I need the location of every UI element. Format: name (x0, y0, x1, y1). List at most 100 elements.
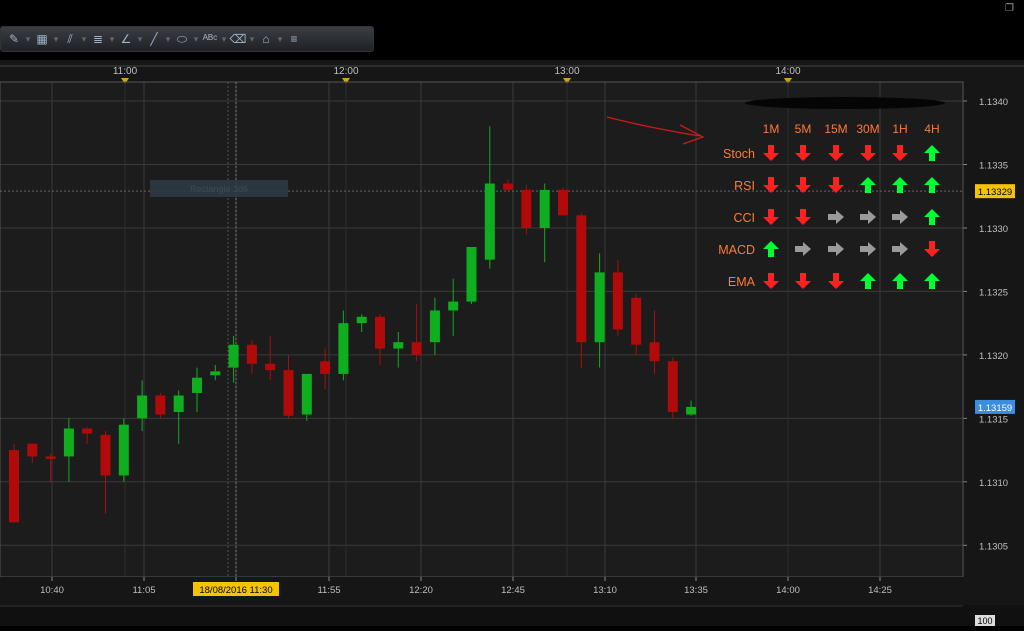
indicator-strip (0, 605, 1024, 626)
candle-body[interactable] (356, 316, 367, 324)
chart-svg[interactable]: 11:00 12:00 13:00 14:00 1.1340 1.1335 1.1330 1.… (0, 60, 1024, 626)
signal-header: 30M (856, 122, 879, 136)
candle-body[interactable] (576, 215, 587, 343)
candle-body[interactable] (82, 428, 93, 434)
candle-body[interactable] (265, 363, 276, 371)
candle-body[interactable] (503, 183, 514, 190)
dropdown-arrow-icon[interactable]: ▾ (277, 30, 283, 48)
signal-row-label: RSI (734, 179, 755, 193)
candle-body[interactable] (558, 189, 568, 216)
candle-body[interactable] (539, 189, 550, 228)
candle-body[interactable] (118, 424, 129, 476)
x-tick-label: 13:10 (593, 585, 617, 596)
redacted-title (745, 97, 945, 109)
dropdown-arrow-icon[interactable]: ▾ (193, 30, 199, 48)
candle-body[interactable] (521, 189, 532, 228)
dropdown-arrow-icon[interactable]: ▾ (221, 30, 227, 48)
candle-body[interactable] (45, 456, 56, 459)
candle-body[interactable] (631, 297, 642, 345)
candle-body[interactable] (246, 344, 257, 364)
fibonacci-tool-icon[interactable]: ⫽ (61, 30, 79, 48)
candle-body[interactable] (155, 395, 166, 415)
title-bar: ❐ (0, 0, 1024, 24)
dropdown-arrow-icon[interactable]: ▾ (53, 30, 59, 48)
top-time-label: 13:00 (554, 66, 579, 77)
dropdown-arrow-icon[interactable]: ▾ (109, 30, 115, 48)
candle-body[interactable] (686, 406, 697, 415)
x-tick-label: 12:45 (501, 585, 525, 596)
drawing-toolbar: ✎ ▾ ▦ ▾ ⫽ ▾ ≣ ▾ ∠ ▾ ╱ ▾ ⬭ ▾ ᴬᴮᶜ ▾ ⌫ ▾ ⌂ ▾ ≡ (0, 26, 374, 52)
candle-body[interactable] (100, 434, 111, 476)
text-tool-icon[interactable]: ᴬᴮᶜ (201, 30, 219, 48)
dropdown-arrow-icon[interactable]: ▾ (25, 30, 31, 48)
signal-header: 1H (892, 122, 907, 136)
dropdown-arrow-icon[interactable]: ▾ (81, 30, 87, 48)
x-tick-label: 12:20 (409, 585, 433, 596)
y-tick-label: 1.1320 (979, 351, 1008, 362)
angle-tool-icon[interactable]: ∠ (117, 30, 135, 48)
dropdown-arrow-icon[interactable]: ▾ (249, 30, 255, 48)
candle-body[interactable] (466, 247, 477, 302)
candle-body[interactable] (173, 395, 184, 413)
restore-window-icon[interactable]: ❐ (1005, 3, 1014, 14)
candle-body[interactable] (27, 443, 38, 457)
signal-row-label: EMA (728, 275, 756, 289)
signal-header: 5M (795, 122, 812, 136)
top-time-label: 11:00 (113, 66, 138, 77)
candle-body[interactable] (667, 361, 678, 412)
candle-body[interactable] (320, 361, 331, 374)
bottom-value-text: 100 (977, 616, 992, 626)
toolbar-menu-icon[interactable]: ≡ (285, 30, 303, 48)
signal-header: 4H (924, 122, 939, 136)
y-tick-label: 1.1330 (979, 224, 1008, 235)
ellipse-tool-icon[interactable]: ⬭ (173, 30, 191, 48)
y-tick-label: 1.1340 (979, 97, 1008, 108)
candle-body[interactable] (375, 316, 385, 349)
current-price-tag-text: 1.13159 (978, 403, 1012, 414)
y-tick-label: 1.1325 (979, 287, 1008, 298)
objects-tool-icon[interactable]: ⌂ (257, 30, 275, 48)
candle-body[interactable] (283, 370, 294, 416)
candle-body[interactable] (63, 428, 74, 457)
dropdown-arrow-icon[interactable]: ▾ (165, 30, 171, 48)
candle-body[interactable] (192, 377, 202, 393)
candle-body[interactable] (301, 373, 312, 415)
candle-body[interactable] (210, 371, 221, 376)
x-tick-label: 10:40 (40, 585, 64, 596)
signal-row-label: Stoch (723, 147, 755, 161)
crosshair-price-tag-text: 1.13329 (978, 187, 1012, 198)
candle-body[interactable] (612, 272, 623, 330)
candle-body[interactable] (9, 450, 19, 523)
eraser-tool-icon[interactable]: ⌫ (229, 30, 247, 48)
x-tick-label: 11:55 (317, 585, 340, 596)
candle-body[interactable] (411, 342, 422, 355)
y-tick-label: 1.1335 (979, 161, 1008, 172)
dropdown-arrow-icon[interactable]: ▾ (137, 30, 143, 48)
y-tick-label: 1.1315 (979, 414, 1008, 425)
signal-header: 1M (763, 122, 780, 136)
candle-body[interactable] (137, 395, 148, 419)
candle-body[interactable] (594, 272, 605, 343)
x-tick-label: 11:05 (132, 585, 155, 596)
chart-type-icon[interactable]: ▦ (33, 30, 51, 48)
top-time-label: 12:00 (333, 66, 358, 77)
line-tool-icon[interactable]: ╱ (145, 30, 163, 48)
candle-body[interactable] (448, 301, 459, 311)
x-tick-label: 14:00 (776, 585, 800, 596)
candle-body[interactable] (484, 183, 495, 260)
candle-body[interactable] (649, 342, 660, 362)
ruler-tool-icon[interactable]: ✎ (5, 30, 23, 48)
candle-body[interactable] (429, 310, 440, 343)
crosshair-time-text: 18/08/2016 11:30 (199, 585, 272, 596)
price-chart[interactable]: 11:00 12:00 13:00 14:00 1.1340 1.1335 1.1330 1.… (0, 60, 1024, 626)
candle-body[interactable] (338, 323, 349, 374)
candle-body[interactable] (393, 342, 404, 349)
signal-row-label: MACD (718, 243, 755, 257)
list-tool-icon[interactable]: ≣ (89, 30, 107, 48)
candle-body[interactable] (228, 344, 239, 368)
signal-row-label: CCI (733, 211, 755, 225)
signal-header: 15M (824, 122, 847, 136)
x-tick-label: 13:35 (684, 585, 708, 596)
top-time-label: 14:00 (775, 66, 800, 77)
x-tick-label: 14:25 (868, 585, 892, 596)
